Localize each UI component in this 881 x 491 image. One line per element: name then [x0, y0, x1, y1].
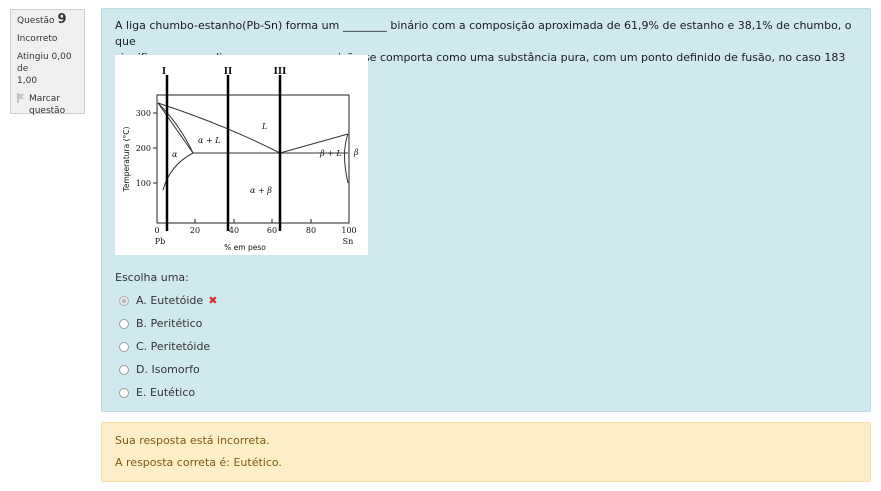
flag-label: Marcar questão — [29, 93, 65, 117]
x-tick-0: 0 — [154, 226, 159, 235]
region-beta: β — [353, 148, 359, 157]
question-grade: Atingiu 0,00 de 1,00 — [17, 51, 78, 87]
region-alpha-beta: α + β — [250, 186, 272, 195]
answer-radio-a[interactable] — [119, 295, 129, 306]
grade-line2: 1,00 — [17, 76, 38, 86]
y-tick-100: 100 — [136, 179, 151, 188]
marker-ii: II — [224, 67, 232, 77]
wrong-x-icon: ✖ — [208, 294, 218, 307]
question-number-value: 9 — [57, 12, 67, 27]
phase-boundaries — [157, 102, 349, 191]
y-tick-300: 300 — [136, 109, 151, 118]
answer-label-a: A. Eutetóide — [136, 294, 204, 307]
region-labels: L α + L α β + L β α + β — [172, 122, 359, 195]
flag-label-line1: Marcar — [29, 94, 60, 104]
x-left-element: Pb — [155, 237, 166, 246]
region-alpha-liquid: α + L — [198, 136, 221, 145]
answer-label-c: C. Peritetóide — [136, 340, 211, 353]
answer-option-e[interactable]: E. Eutético — [119, 381, 217, 404]
answer-radio-d[interactable] — [119, 364, 129, 375]
question-text-line1: A liga chumbo-estanho(Pb-Sn) forma um __… — [115, 19, 852, 48]
y-axis-label: Temperatura (°C) — [122, 126, 131, 192]
flag-icon — [17, 93, 27, 103]
feedback-correct-answer: A resposta correta é: Eutético. — [115, 456, 282, 469]
region-liquid: L — [261, 122, 267, 131]
answer-option-b[interactable]: B. Peritético — [119, 312, 217, 335]
answer-feedback: Sua resposta está incorreta. A resposta … — [101, 422, 871, 482]
x-tick-60: 60 — [267, 226, 277, 235]
flag-question-link[interactable]: Marcar questão — [17, 93, 78, 117]
marker-labels: I II III — [162, 67, 286, 77]
answer-label-e: E. Eutético — [136, 386, 196, 399]
answer-label-b: B. Peritético — [136, 317, 203, 330]
phase-diagram: I II III Temperatura (°C) 300 200 100 0 … — [122, 67, 359, 252]
flag-label-line2: questão — [29, 106, 66, 116]
plot-frame — [156, 94, 350, 224]
question-label: Questão — [17, 16, 55, 26]
region-beta-liquid: β + L — [319, 149, 342, 158]
answer-radio-e[interactable] — [119, 387, 129, 398]
phase-diagram-image: I II III Temperatura (°C) 300 200 100 0 … — [115, 55, 368, 255]
marker-i: I — [162, 67, 166, 77]
x-tick-labels: 0 20 40 60 80 100 Pb Sn % em peso — [154, 226, 356, 252]
question-state: Incorreto — [17, 34, 58, 44]
feedback-status: Sua resposta está incorreta. — [115, 434, 270, 447]
grade-line1: Atingiu 0,00 de — [17, 52, 72, 74]
question-info: Questão 9 Incorreto Atingiu 0,00 de 1,00 … — [10, 9, 85, 117]
y-tick-200: 200 — [136, 144, 151, 153]
answer-radio-c[interactable] — [119, 341, 129, 352]
x-tick-20: 20 — [190, 226, 200, 235]
answer-option-c[interactable]: C. Peritetóide — [119, 335, 217, 358]
question-formulation: A liga chumbo-estanho(Pb-Sn) forma um __… — [101, 8, 871, 412]
answer-radio-b[interactable] — [119, 318, 129, 329]
answer-option-d[interactable]: D. Isomorfo — [119, 358, 217, 381]
answer-list: A. Eutetóide ✖ B. Peritético C. Peritetó… — [119, 289, 217, 404]
x-tick-100: 100 — [341, 226, 356, 235]
answer-prompt: Escolha uma: — [115, 271, 189, 284]
marker-iii: III — [274, 67, 287, 77]
x-tick-80: 80 — [306, 226, 316, 235]
x-axis-label: % em peso — [224, 243, 266, 252]
x-tick-40: 40 — [229, 226, 239, 235]
region-alpha: α — [172, 150, 178, 159]
answer-label-d: D. Isomorfo — [136, 363, 200, 376]
y-tick-labels: 300 200 100 — [136, 109, 151, 188]
answer-option-a[interactable]: A. Eutetóide ✖ — [119, 289, 217, 312]
x-right-element: Sn — [343, 237, 354, 246]
question-number: Questão 9 — [17, 12, 78, 27]
